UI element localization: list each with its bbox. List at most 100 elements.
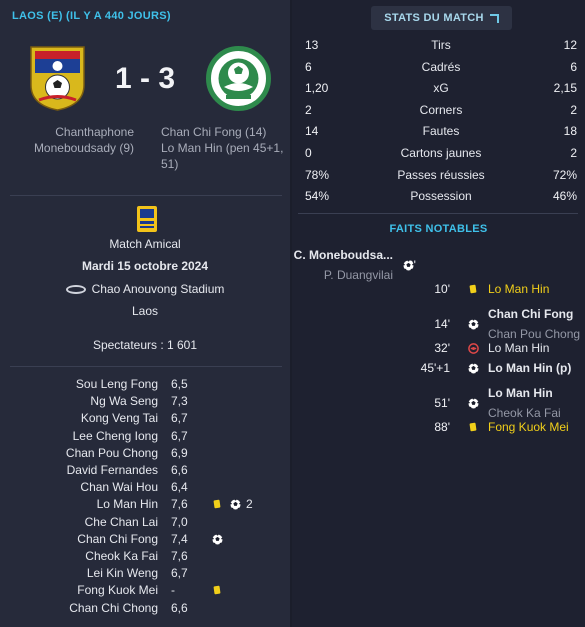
yellow-card-icon	[213, 500, 221, 509]
stat-label: Tirs	[431, 38, 451, 52]
event-assist[interactable]: Cheok Ka Fai	[488, 406, 561, 420]
player-rating: 7,6	[171, 549, 188, 563]
player-row[interactable]: Chan Wai Hou 6,4	[0, 480, 290, 497]
event-player[interactable]: Chan Chi Fong	[488, 307, 573, 321]
competition-name[interactable]: Match Amical	[0, 237, 290, 251]
goal-ball-icon	[468, 363, 479, 374]
player-rating: 6,6	[171, 463, 188, 477]
event-minute: 88'	[434, 420, 450, 434]
player-name[interactable]: Ng Wa Seng	[90, 394, 158, 408]
player-name[interactable]: Cheok Ka Fai	[85, 549, 158, 563]
stadium-line[interactable]: Chao Anouvong Stadium	[0, 282, 290, 296]
event-player[interactable]: Lo Man Hin	[488, 386, 553, 400]
event-minute: 14'	[434, 317, 450, 331]
player-name[interactable]: Kong Veng Tai	[81, 411, 158, 425]
stat-row: Tirs 13 12	[305, 38, 577, 59]
event-player[interactable]: Fong Kuok Mei	[488, 420, 569, 434]
player-row[interactable]: Che Chan Lai 7,0	[0, 515, 290, 532]
player-row[interactable]: David Fernandes 6,6	[0, 463, 290, 480]
player-row[interactable]: Lo Man Hin 7,6 2	[0, 497, 290, 514]
player-row[interactable]: Kong Veng Tai 6,7	[0, 411, 290, 428]
player-name[interactable]: Fong Kuok Mei	[77, 583, 158, 597]
goal-ball-icon	[468, 319, 479, 330]
macau-team-logo[interactable]	[205, 45, 272, 112]
fifa-competition-icon	[137, 206, 157, 232]
home-scorer-line: Moneboudsady (9)	[33, 141, 134, 155]
stat-home-value: 78%	[305, 167, 330, 182]
player-row[interactable]: Fong Kuok Mei -	[0, 583, 290, 600]
player-rating: 6,9	[171, 445, 188, 460]
player-row[interactable]: Sou Leng Fong 6,5	[0, 377, 290, 394]
player-name[interactable]: Che Chan Lai	[85, 515, 158, 529]
stat-home-value: 2	[305, 102, 312, 117]
player-rating: 7,0	[171, 514, 188, 529]
player-rating: 6,7	[171, 411, 188, 426]
stat-label: Fautes	[422, 124, 460, 139]
player-row[interactable]: Chan Chi Chong 6,6	[0, 601, 290, 618]
player-row[interactable]: Ng Wa Seng 7,3	[0, 394, 290, 411]
laos-team-logo[interactable]	[29, 45, 86, 112]
match-score: 1 - 3	[114, 62, 176, 95]
stat-label: Corners	[419, 102, 463, 117]
event-player[interactable]: Lo Man Hin (p)	[488, 361, 571, 375]
event-player[interactable]: Lo Man Hin	[488, 341, 549, 355]
stat-away-value: 18	[563, 124, 577, 139]
missed-penalty-icon	[468, 343, 479, 354]
match-header-title[interactable]: LAOS (E) (IL Y A 440 JOURS)	[12, 10, 171, 22]
event-player[interactable]: Lo Man Hin	[488, 282, 549, 296]
player-name[interactable]: Chan Chi Fong	[77, 532, 158, 546]
player-rating: 7,4	[171, 531, 188, 546]
player-name[interactable]: David Fernandes	[67, 463, 158, 477]
player-name[interactable]: Chan Pou Chong	[66, 446, 158, 460]
event-assist[interactable]: P. Duangvilai	[324, 268, 393, 282]
stat-row: Possession 54% 46%	[305, 189, 577, 210]
player-name[interactable]: Lei Kin Weng	[87, 566, 158, 580]
player-name[interactable]: Lo Man Hin	[97, 497, 158, 511]
player-row[interactable]: Chan Pou Chong 6,9	[0, 446, 290, 463]
match-stats-button[interactable]: STATS DU MATCH	[371, 6, 512, 30]
home-scorers: Chanthaphone Moneboudsady (9)	[20, 124, 134, 156]
player-row[interactable]: Lee Cheng Iong 6,7	[0, 429, 290, 446]
event-player[interactable]: C. Moneboudsa...	[294, 248, 393, 262]
player-rating: 6,7	[171, 566, 188, 581]
event-assist[interactable]: Chan Pou Chong	[488, 327, 580, 341]
player-rating: 6,5	[171, 377, 188, 391]
player-name[interactable]: Chan Chi Chong	[69, 601, 158, 615]
player-name[interactable]: Sou Leng Fong	[76, 377, 158, 391]
stat-row: Corners 2 2	[305, 103, 577, 124]
event-minute: 32'	[434, 341, 450, 355]
away-scorer-line: Lo Man Hin (pen 45+1,	[161, 141, 284, 155]
stat-away-value: 2,15	[553, 81, 577, 96]
stat-row: Cadrés 6 6	[305, 60, 577, 81]
player-name[interactable]: Lee Cheng Iong	[73, 429, 158, 443]
stat-away-value: 46%	[552, 189, 577, 204]
stadium-icon	[65, 285, 86, 295]
player-row[interactable]: Lei Kin Weng 6,7	[0, 566, 290, 583]
stat-label: xG	[433, 81, 449, 96]
player-row[interactable]: Cheok Ka Fai 7,6	[0, 549, 290, 566]
away-scorer-line: Chan Chi Fong (14)	[161, 125, 267, 139]
stat-label: Passes réussies	[397, 167, 485, 182]
yellow-card-icon	[213, 586, 221, 595]
stat-label: Cartons jaunes	[400, 146, 482, 160]
stat-home-value: 13	[305, 38, 319, 52]
stat-away-value: 72%	[552, 167, 577, 182]
player-name[interactable]: Chan Wai Hou	[80, 480, 158, 494]
stat-home-value: 0	[305, 146, 312, 160]
stadium-name: Chao Anouvong Stadium	[91, 282, 225, 296]
stat-row: Passes réussies 78% 72%	[305, 168, 577, 189]
goal-ball-icon	[230, 499, 241, 510]
goal-ball-icon	[468, 398, 479, 409]
yellow-card-icon	[469, 422, 477, 432]
stat-row: Cartons jaunes 0 2	[305, 146, 577, 167]
player-row[interactable]: Chan Chi Fong 7,4	[0, 532, 290, 549]
player-rating: 6,4	[171, 480, 188, 495]
stat-away-value: 12	[563, 38, 577, 52]
stat-home-value: 14	[305, 124, 319, 139]
divider	[10, 366, 282, 367]
stat-row: xG 1,20 2,15	[305, 81, 577, 102]
away-scorers: Chan Chi Fong (14) Lo Man Hin (pen 45+1,…	[161, 124, 286, 172]
goal-count: 2	[246, 497, 253, 512]
spectators: Spectateurs : 1 601	[92, 338, 198, 352]
expand-icon	[489, 13, 499, 23]
